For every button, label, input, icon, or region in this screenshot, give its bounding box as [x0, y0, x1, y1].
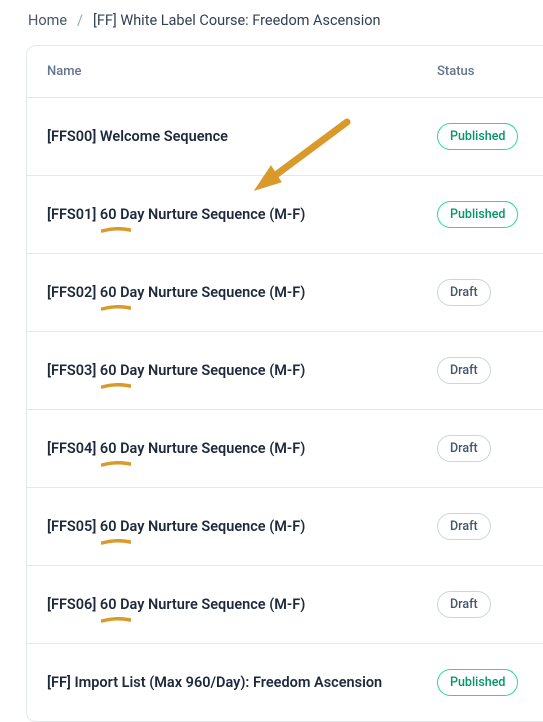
status-cell: Published: [437, 123, 523, 150]
annotation-underline: [101, 617, 131, 623]
column-header-name[interactable]: Name: [47, 64, 437, 79]
annotation-underline: [101, 383, 131, 389]
status-badge: Draft: [437, 357, 491, 384]
status-cell: Draft: [437, 357, 523, 384]
breadcrumb-home[interactable]: Home: [28, 12, 67, 29]
breadcrumb-current: [FF] White Label Course: Freedom Ascensi…: [93, 12, 381, 29]
sequence-name[interactable]: [FFS05] 60 Day Nurture Sequence (M-F): [47, 517, 437, 537]
annotation-underline: [101, 539, 131, 545]
status-badge: Draft: [437, 513, 491, 540]
annotation-underline: [101, 461, 131, 467]
table-row[interactable]: [FFS01] 60 Day Nurture Sequence (M-F)Pub…: [27, 176, 543, 254]
status-cell: Draft: [437, 513, 523, 540]
sequence-name[interactable]: [FFS04] 60 Day Nurture Sequence (M-F): [47, 439, 437, 459]
table-row[interactable]: [FFS03] 60 Day Nurture Sequence (M-F)Dra…: [27, 332, 543, 410]
sequence-name[interactable]: [FF] Import List (Max 960/Day): Freedom …: [47, 673, 437, 693]
annotation-underline: [101, 305, 131, 311]
sequence-name[interactable]: [FFS01] 60 Day Nurture Sequence (M-F): [47, 205, 437, 225]
breadcrumb: Home / [FF] White Label Course: Freedom …: [0, 0, 543, 45]
annotation-underline: [101, 227, 131, 233]
status-cell: Published: [437, 201, 523, 228]
table-row[interactable]: [FFS05] 60 Day Nurture Sequence (M-F)Dra…: [27, 488, 543, 566]
table-row[interactable]: [FFS04] 60 Day Nurture Sequence (M-F)Dra…: [27, 410, 543, 488]
status-cell: Draft: [437, 435, 523, 462]
status-badge: Draft: [437, 279, 491, 306]
status-badge: Draft: [437, 435, 491, 462]
table-header: Name Status: [27, 46, 543, 98]
table-row[interactable]: [FFS00] Welcome SequencePublished: [27, 98, 543, 176]
sequence-name[interactable]: [FFS02] 60 Day Nurture Sequence (M-F): [47, 283, 437, 303]
sequence-name[interactable]: [FFS03] 60 Day Nurture Sequence (M-F): [47, 361, 437, 381]
status-badge: Published: [437, 123, 518, 150]
status-cell: Draft: [437, 279, 523, 306]
sequence-name[interactable]: [FFS06] 60 Day Nurture Sequence (M-F): [47, 595, 437, 615]
status-cell: Published: [437, 669, 523, 696]
status-badge: Draft: [437, 591, 491, 618]
breadcrumb-separator: /: [77, 12, 83, 29]
status-badge: Published: [437, 201, 518, 228]
table-row[interactable]: [FFS06] 60 Day Nurture Sequence (M-F)Dra…: [27, 566, 543, 644]
sequences-panel: Name Status [FFS00] Welcome SequencePubl…: [26, 45, 543, 722]
column-header-status[interactable]: Status: [437, 64, 523, 79]
table-row[interactable]: [FF] Import List (Max 960/Day): Freedom …: [27, 644, 543, 721]
table-body: [FFS00] Welcome SequencePublished[FFS01]…: [27, 98, 543, 721]
table-row[interactable]: [FFS02] 60 Day Nurture Sequence (M-F)Dra…: [27, 254, 543, 332]
status-cell: Draft: [437, 591, 523, 618]
status-badge: Published: [437, 669, 518, 696]
sequence-name[interactable]: [FFS00] Welcome Sequence: [47, 127, 437, 147]
